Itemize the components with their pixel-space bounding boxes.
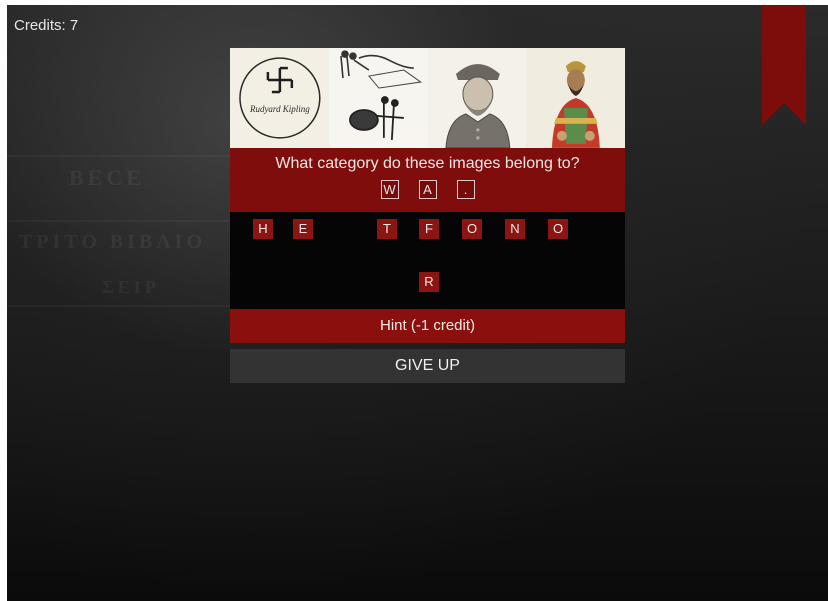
emperor-portrait-illustration [526,48,625,148]
clue-images: Rudyard Kipling [230,48,625,148]
answer-slot[interactable]: . [456,180,475,199]
emperor-portrait-image [526,48,625,148]
hint-button[interactable]: Hint (-1 credit) [230,309,625,343]
background-shelf [7,220,232,222]
letter-tile[interactable]: F [419,219,439,239]
game-screen: ВЕСЕ ΤΡΙΤΟ ΒΙΒΛΙΟ ΣΕΙΡ Credits: 7 Rudyar… [7,5,828,601]
letter-tile[interactable]: O [548,219,568,239]
answer-slots: W A . [230,180,625,199]
question-box: What category do these images belong to?… [230,148,625,212]
letter-tiles-area: H E T F O N O R [230,212,625,309]
letter-tile[interactable]: R [419,272,439,292]
letter-tile[interactable]: H [253,219,273,239]
general-portrait-image [427,48,527,148]
puzzle-panel: Rudyard Kipling What category do these i… [230,48,625,383]
sketch-illustration [328,48,428,148]
answer-slot[interactable]: A [418,180,437,199]
background-shelf [7,155,232,157]
background-text: ΣΕΙΡ [102,277,160,297]
give-up-button[interactable]: GIVE UP [230,349,625,383]
letter-tile[interactable]: O [462,219,482,239]
letter-tile[interactable]: E [293,219,313,239]
credits-counter: Credits: 7 [14,17,79,34]
letter-tile[interactable]: T [377,219,397,239]
letter-tile[interactable]: N [505,219,525,239]
answer-slot[interactable]: W [380,180,399,199]
general-portrait-illustration [427,48,527,148]
emblem-caption: Rudyard Kipling [249,104,310,114]
sketch-image [328,48,428,148]
emblem-image: Rudyard Kipling [230,48,329,148]
emblem-illustration: Rudyard Kipling [230,48,329,148]
bookmark-ribbon[interactable] [762,5,806,125]
background-text: ВЕСЕ [69,165,145,190]
background-text: ΤΡΙΤΟ ΒΙΒΛΙΟ [19,231,207,253]
background-shelf [7,305,232,307]
question-text: What category do these images belong to? [275,155,580,172]
